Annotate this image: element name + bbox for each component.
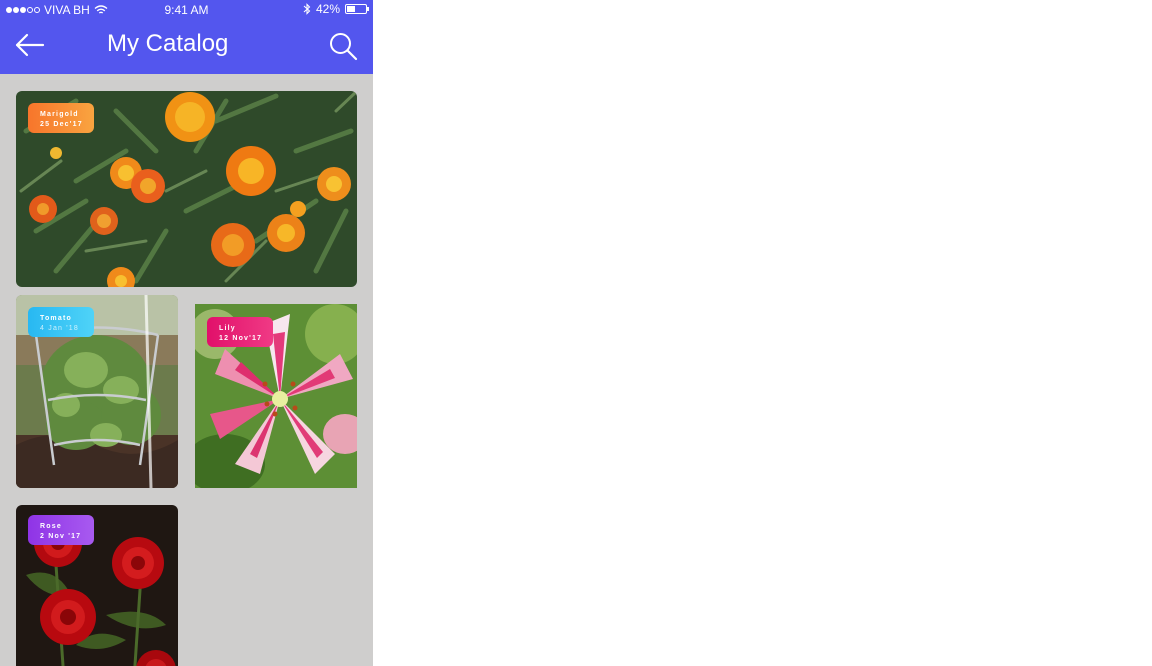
search-icon[interactable] <box>328 31 358 61</box>
phone-screen: VIVA BH 9:41 AM 42% My Catalog Marigold … <box>0 0 373 666</box>
catalog-name: Tomato <box>40 315 72 322</box>
catalog-tag-tomato: Tomato 4 Jan '18 <box>28 307 94 337</box>
bluetooth-icon <box>303 3 311 15</box>
status-bar: VIVA BH 9:41 AM 42% <box>0 0 373 20</box>
catalog-card-rose[interactable]: Rose 2 Nov '17 <box>16 505 178 666</box>
catalog-card-lily[interactable]: Lily 12 Nov'17 <box>195 304 357 488</box>
catalog-tag-rose: Rose 2 Nov '17 <box>28 515 94 545</box>
catalog-tag-marigold: Marigold 25 Dec'17 <box>28 103 94 133</box>
catalog-date: 2 Nov '17 <box>40 533 82 540</box>
catalog-name: Marigold <box>40 111 79 118</box>
arrow-left-icon[interactable] <box>14 32 46 58</box>
catalog-card-tomato[interactable]: Tomato 4 Jan '18 <box>16 295 178 488</box>
catalog-date: 25 Dec'17 <box>40 121 83 128</box>
catalog-date: 4 Jan '18 <box>40 325 79 332</box>
catalog-name: Lily <box>219 325 236 332</box>
catalog-date: 12 Nov'17 <box>219 335 263 342</box>
catalog-tag-lily: Lily 12 Nov'17 <box>207 317 273 347</box>
catalog-card-marigold[interactable]: Marigold 25 Dec'17 <box>16 91 357 287</box>
status-right: 42% <box>303 2 369 16</box>
battery-percent: 42% <box>315 2 340 16</box>
catalog-name: Rose <box>40 523 62 530</box>
page-title: My Catalog <box>107 30 229 57</box>
navigation-bar: My Catalog <box>0 20 373 74</box>
battery-icon <box>345 4 369 14</box>
